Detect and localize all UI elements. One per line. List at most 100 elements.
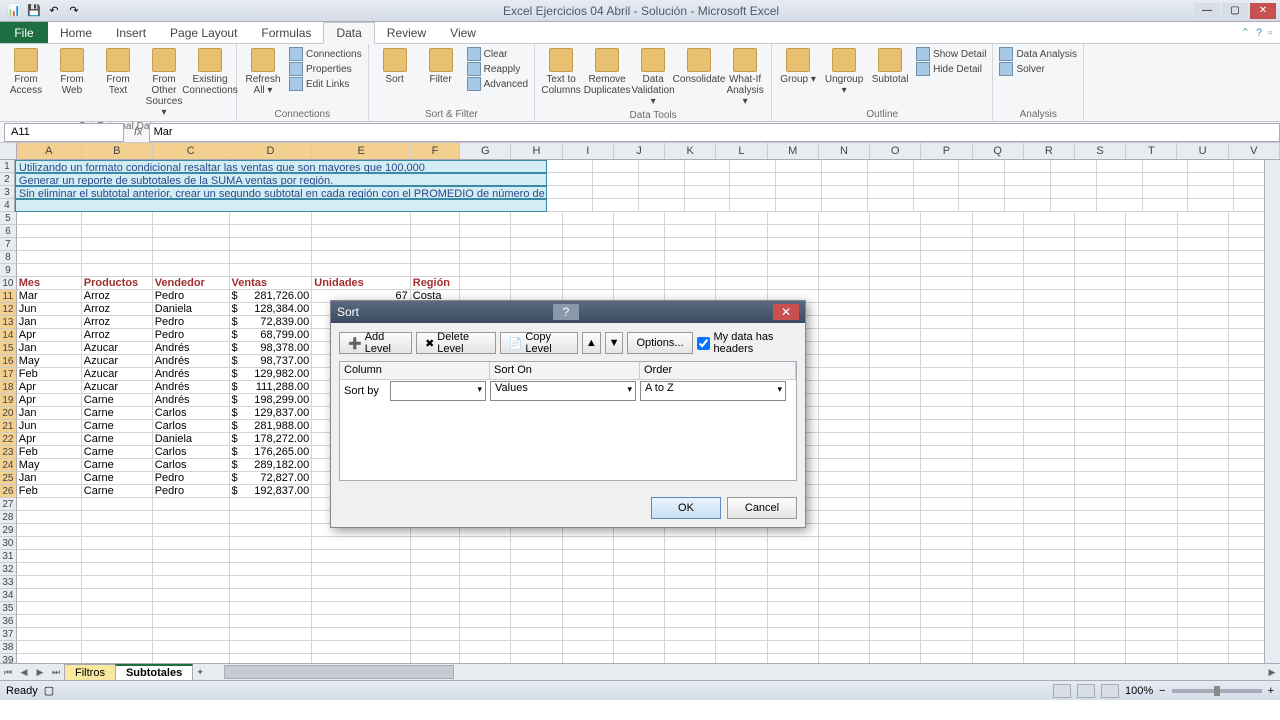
cell[interactable]	[511, 277, 562, 290]
row-header[interactable]: 22	[0, 433, 17, 446]
cell[interactable]: $178,272.00	[230, 433, 313, 446]
cell[interactable]	[411, 563, 460, 576]
cell[interactable]	[1178, 511, 1229, 524]
cell[interactable]	[614, 238, 665, 251]
tab-formulas[interactable]: Formulas	[249, 22, 323, 43]
cell[interactable]	[547, 199, 593, 212]
cell[interactable]	[1178, 407, 1229, 420]
cell[interactable]	[819, 355, 870, 368]
cell[interactable]	[411, 212, 460, 225]
column-header-R[interactable]: R	[1024, 143, 1075, 159]
cell[interactable]	[312, 537, 410, 550]
cell[interactable]	[563, 654, 614, 663]
cell[interactable]	[730, 173, 776, 186]
cell[interactable]	[411, 238, 460, 251]
cell[interactable]	[870, 576, 921, 589]
row-header[interactable]: 16	[0, 355, 17, 368]
cell[interactable]	[716, 641, 767, 654]
cell[interactable]	[1178, 628, 1229, 641]
cell[interactable]	[614, 654, 665, 663]
cell[interactable]	[716, 654, 767, 663]
cell[interactable]	[819, 368, 870, 381]
cell[interactable]	[819, 381, 870, 394]
cell[interactable]	[665, 654, 716, 663]
cell[interactable]	[1126, 238, 1177, 251]
cell[interactable]	[1126, 615, 1177, 628]
table-header[interactable]: Vendedor	[153, 277, 230, 290]
cell[interactable]	[153, 524, 230, 537]
cell[interactable]	[921, 472, 972, 485]
cell[interactable]	[411, 225, 460, 238]
cell[interactable]	[959, 199, 1005, 212]
cell[interactable]	[1178, 342, 1229, 355]
cell[interactable]	[973, 628, 1024, 641]
cell[interactable]	[1178, 290, 1229, 303]
cell[interactable]	[1075, 264, 1126, 277]
cell[interactable]: Carlos	[153, 420, 230, 433]
cell[interactable]	[768, 615, 819, 628]
table-header[interactable]: Ventas	[230, 277, 313, 290]
cell[interactable]	[82, 628, 153, 641]
cell[interactable]	[921, 524, 972, 537]
instruction-text[interactable]: Utilizando un formato condicional resalt…	[15, 160, 547, 173]
cell[interactable]	[768, 251, 819, 264]
cell[interactable]	[511, 576, 562, 589]
cell[interactable]	[1126, 420, 1177, 433]
cell[interactable]	[868, 186, 914, 199]
cell[interactable]	[870, 433, 921, 446]
cell[interactable]	[82, 602, 153, 615]
cell[interactable]: Jan	[17, 407, 82, 420]
cell[interactable]	[312, 654, 410, 663]
cell[interactable]	[563, 264, 614, 277]
cell[interactable]	[973, 550, 1024, 563]
cell[interactable]	[973, 472, 1024, 485]
cell[interactable]	[921, 342, 972, 355]
redo-icon[interactable]: ↷	[66, 3, 82, 19]
ribbon-button-text-to-columns[interactable]: Text to Columns	[539, 46, 583, 98]
row-header[interactable]: 29	[0, 524, 17, 537]
cell[interactable]	[1024, 407, 1075, 420]
cell[interactable]	[1075, 563, 1126, 576]
column-header-A[interactable]: A	[17, 143, 82, 159]
cell[interactable]	[460, 628, 511, 641]
column-header-B[interactable]: B	[82, 143, 153, 159]
cell[interactable]: $192,837.00	[230, 485, 313, 498]
cell[interactable]	[1075, 602, 1126, 615]
cell[interactable]	[1178, 446, 1229, 459]
cell[interactable]: Pedro	[153, 316, 230, 329]
cell[interactable]	[973, 212, 1024, 225]
column-header-T[interactable]: T	[1126, 143, 1177, 159]
cell[interactable]	[614, 589, 665, 602]
row-header[interactable]: 27	[0, 498, 17, 511]
cell[interactable]	[665, 563, 716, 576]
cell[interactable]	[822, 173, 868, 186]
cell[interactable]: Apr	[17, 394, 82, 407]
cell[interactable]	[153, 563, 230, 576]
cell[interactable]	[665, 277, 716, 290]
cell[interactable]	[1005, 199, 1051, 212]
cell[interactable]	[614, 537, 665, 550]
cell[interactable]	[82, 576, 153, 589]
cell[interactable]	[685, 173, 731, 186]
ribbon-button-clear[interactable]: Clear	[467, 47, 528, 61]
row-header[interactable]: 26	[0, 485, 17, 498]
cell[interactable]	[563, 641, 614, 654]
view-layout-icon[interactable]	[1077, 684, 1095, 698]
cell[interactable]	[716, 563, 767, 576]
cell[interactable]: $98,378.00	[230, 342, 313, 355]
ribbon-button-connections[interactable]: Connections	[289, 47, 362, 61]
cell[interactable]	[973, 329, 1024, 342]
horizontal-scrollbar[interactable]	[224, 665, 1248, 679]
cell[interactable]	[1188, 173, 1234, 186]
cell[interactable]	[153, 602, 230, 615]
cell[interactable]	[1126, 602, 1177, 615]
cell[interactable]	[870, 654, 921, 663]
cell[interactable]	[153, 251, 230, 264]
cell[interactable]	[593, 173, 639, 186]
cell[interactable]	[1024, 498, 1075, 511]
cell[interactable]	[1024, 381, 1075, 394]
row-header[interactable]: 7	[0, 238, 17, 251]
cell[interactable]	[665, 251, 716, 264]
cell[interactable]	[1126, 407, 1177, 420]
cell[interactable]	[768, 264, 819, 277]
